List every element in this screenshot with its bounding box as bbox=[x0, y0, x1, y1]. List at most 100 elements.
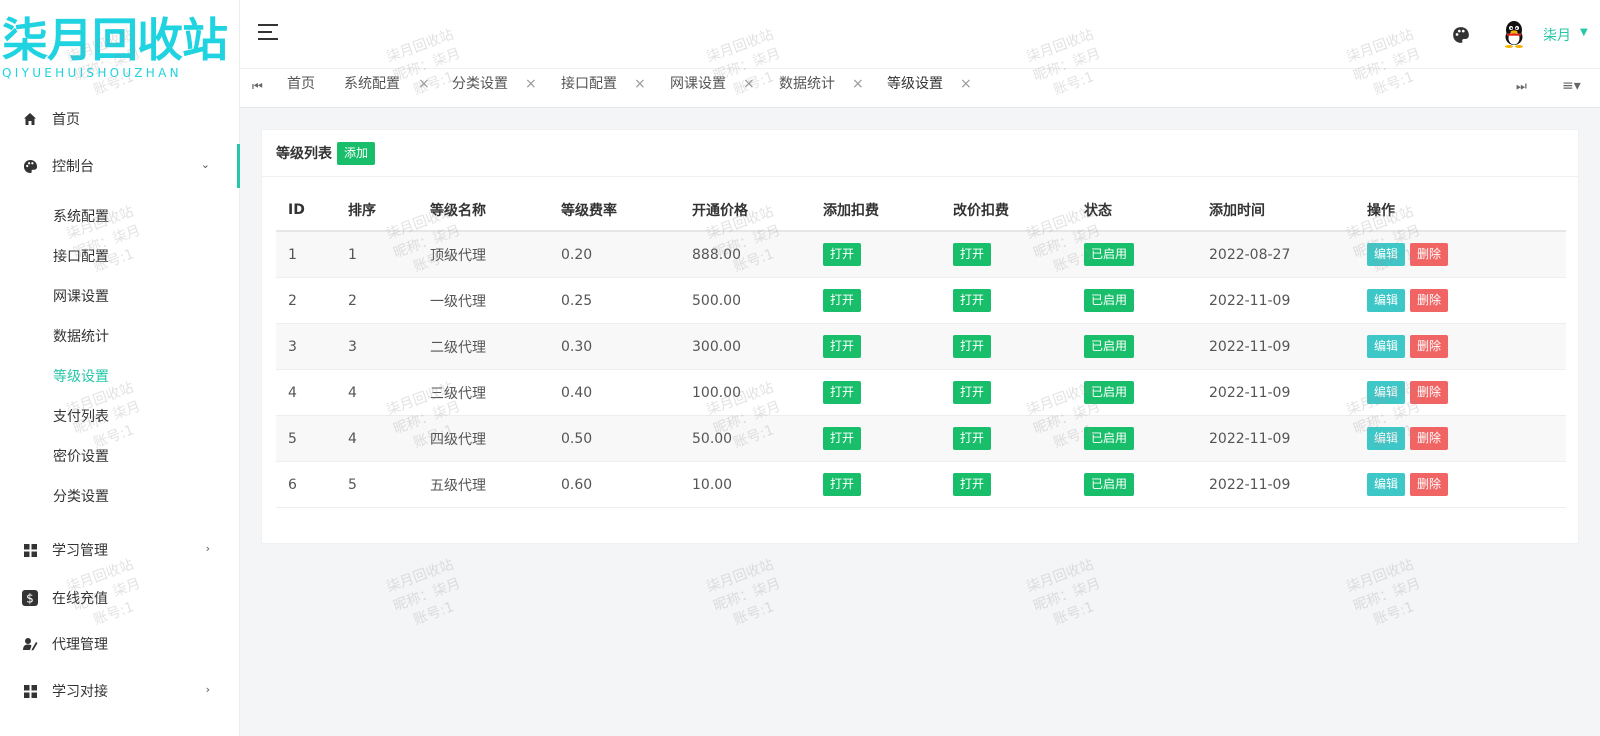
tab-close-icon[interactable]: × bbox=[852, 69, 864, 99]
tab-bar: ⏮ 首页 系统配置 × 分类设置 × 接口配置 × 网课设置 × 数据统计 × … bbox=[240, 68, 1600, 108]
column-header: 开通价格 bbox=[680, 190, 811, 232]
add-deduction-toggle[interactable]: 打开 bbox=[823, 473, 862, 496]
tab-close-icon[interactable]: × bbox=[418, 69, 430, 99]
cell-date: 2022-11-09 bbox=[1197, 415, 1355, 462]
tab-prev-icon[interactable]: ⏮ bbox=[252, 79, 263, 94]
logo-subtext: QIYUEHUISHOUZHAN bbox=[2, 66, 182, 80]
tab-close-icon[interactable]: × bbox=[960, 69, 972, 99]
add-deduction-toggle[interactable]: 打开 bbox=[823, 289, 862, 312]
user-edit-icon bbox=[22, 636, 38, 652]
tab-category-settings[interactable]: 分类设置 bbox=[452, 69, 508, 107]
column-header: 操作 bbox=[1355, 190, 1566, 232]
cell-date: 2022-11-09 bbox=[1197, 277, 1355, 324]
edit-button[interactable]: 编辑 bbox=[1367, 289, 1406, 312]
cell-level-name: 四级代理 bbox=[418, 415, 549, 462]
status-badge[interactable]: 已启用 bbox=[1084, 381, 1135, 404]
cell-id: 4 bbox=[276, 369, 336, 416]
cell-id: 6 bbox=[276, 461, 336, 508]
delete-button[interactable]: 删除 bbox=[1410, 473, 1449, 496]
level-table: ID 排序 等级名称 等级费率 开通价格 添加扣费 改价扣费 状态 添加时间 操… bbox=[276, 190, 1566, 508]
table-row: 3 3 二级代理 0.30 300.00 打开 打开 已启用 2022-11-0… bbox=[276, 323, 1566, 370]
menu-toggle-icon[interactable] bbox=[258, 24, 278, 40]
chevron-right-icon: › bbox=[205, 683, 210, 696]
delete-button[interactable]: 删除 bbox=[1410, 243, 1449, 266]
delete-button[interactable]: 删除 bbox=[1410, 289, 1449, 312]
tab-api-config[interactable]: 接口配置 bbox=[561, 69, 617, 107]
status-badge[interactable]: 已启用 bbox=[1084, 427, 1135, 450]
cell-level-name: 一级代理 bbox=[418, 277, 549, 324]
cell-date: 2022-08-27 bbox=[1197, 231, 1355, 278]
sidebar-item-study-management[interactable]: 学习管理 › bbox=[0, 528, 240, 572]
status-badge[interactable]: 已启用 bbox=[1084, 289, 1135, 312]
tab-course-settings[interactable]: 网课设置 bbox=[670, 69, 726, 107]
edit-button[interactable]: 编辑 bbox=[1367, 473, 1406, 496]
sidebar-subitem-statistics[interactable]: 数据统计 bbox=[53, 325, 109, 349]
add-deduction-toggle[interactable]: 打开 bbox=[823, 335, 862, 358]
price-change-deduction-toggle[interactable]: 打开 bbox=[953, 427, 992, 450]
tab-system-config[interactable]: 系统配置 bbox=[344, 69, 400, 107]
cell-rate: 0.60 bbox=[549, 461, 680, 508]
cell-sort: 1 bbox=[336, 231, 418, 278]
watermark: 柒月回收站 昵称：柒月 账号:1 bbox=[1344, 556, 1423, 629]
sidebar-item-label: 首页 bbox=[52, 112, 80, 128]
cell-sort: 4 bbox=[336, 415, 418, 462]
card-title: 等级列表 bbox=[276, 146, 332, 162]
delete-button[interactable]: 删除 bbox=[1410, 427, 1449, 450]
sidebar-subitem-payment-list[interactable]: 支付列表 bbox=[53, 405, 109, 429]
table-row: 4 4 三级代理 0.40 100.00 打开 打开 已启用 2022-11-0… bbox=[276, 369, 1566, 416]
tab-close-icon[interactable]: × bbox=[525, 69, 537, 99]
sidebar-item-study-connect[interactable]: 学习对接 › bbox=[0, 669, 240, 713]
status-badge[interactable]: 已启用 bbox=[1084, 335, 1135, 358]
status-badge[interactable]: 已启用 bbox=[1084, 473, 1135, 496]
cell-sort: 5 bbox=[336, 461, 418, 508]
sidebar-subitem-system-config[interactable]: 系统配置 bbox=[53, 205, 109, 229]
edit-button[interactable]: 编辑 bbox=[1367, 335, 1406, 358]
add-deduction-toggle[interactable]: 打开 bbox=[823, 381, 862, 404]
tab-close-icon[interactable]: × bbox=[743, 69, 755, 99]
tab-next-icon[interactable]: ⏭ bbox=[1516, 79, 1527, 94]
sidebar-item-home[interactable]: 首页 bbox=[0, 97, 240, 141]
theme-palette-icon[interactable] bbox=[1452, 26, 1470, 44]
edit-button[interactable]: 编辑 bbox=[1367, 243, 1406, 266]
price-change-deduction-toggle[interactable]: 打开 bbox=[953, 381, 992, 404]
cell-sort: 4 bbox=[336, 369, 418, 416]
add-button[interactable]: 添加 bbox=[337, 142, 376, 165]
sidebar-item-console[interactable]: 控制台 ⌄ bbox=[0, 144, 240, 188]
cell-id: 5 bbox=[276, 415, 336, 462]
delete-button[interactable]: 删除 bbox=[1410, 335, 1449, 358]
watermark: 柒月回收站 昵称：柒月 账号:1 bbox=[704, 556, 783, 629]
sidebar-item-agent-management[interactable]: 代理管理 bbox=[0, 622, 240, 666]
sidebar-subitem-level-settings[interactable]: 等级设置 bbox=[53, 365, 109, 389]
tab-level-settings[interactable]: 等级设置 bbox=[887, 69, 943, 107]
price-change-deduction-toggle[interactable]: 打开 bbox=[953, 289, 992, 312]
column-header: 改价扣费 bbox=[941, 190, 1072, 232]
sidebar-subitem-api-config[interactable]: 接口配置 bbox=[53, 245, 109, 269]
cell-id: 3 bbox=[276, 323, 336, 370]
price-change-deduction-toggle[interactable]: 打开 bbox=[953, 243, 992, 266]
price-change-deduction-toggle[interactable]: 打开 bbox=[953, 335, 992, 358]
tab-home[interactable]: 首页 bbox=[287, 69, 315, 107]
delete-button[interactable]: 删除 bbox=[1410, 381, 1449, 404]
status-badge[interactable]: 已启用 bbox=[1084, 243, 1135, 266]
cell-price: 300.00 bbox=[680, 323, 811, 370]
tab-statistics[interactable]: 数据统计 bbox=[779, 69, 835, 107]
sidebar-subitem-category-settings[interactable]: 分类设置 bbox=[53, 485, 109, 509]
add-deduction-toggle[interactable]: 打开 bbox=[823, 427, 862, 450]
edit-button[interactable]: 编辑 bbox=[1367, 381, 1406, 404]
sidebar-subitem-course-settings[interactable]: 网课设置 bbox=[53, 285, 109, 309]
column-header: 等级费率 bbox=[549, 190, 680, 232]
caret-down-icon[interactable]: ▼ bbox=[1580, 27, 1588, 38]
price-change-deduction-toggle[interactable]: 打开 bbox=[953, 473, 992, 496]
avatar[interactable] bbox=[1502, 20, 1526, 48]
sidebar-item-recharge[interactable]: $ 在线充值 bbox=[0, 576, 240, 620]
sidebar-subitem-secret-price[interactable]: 密价设置 bbox=[53, 445, 109, 469]
edit-button[interactable]: 编辑 bbox=[1367, 427, 1406, 450]
cell-rate: 0.30 bbox=[549, 323, 680, 370]
column-header: 添加时间 bbox=[1197, 190, 1355, 232]
tab-menu-icon[interactable]: ≡▾ bbox=[1562, 78, 1581, 94]
column-header: ID bbox=[276, 190, 336, 232]
top-header: 柒月 ▼ bbox=[240, 0, 1600, 68]
add-deduction-toggle[interactable]: 打开 bbox=[823, 243, 862, 266]
tab-close-icon[interactable]: × bbox=[634, 69, 646, 99]
user-name[interactable]: 柒月 bbox=[1543, 25, 1571, 45]
